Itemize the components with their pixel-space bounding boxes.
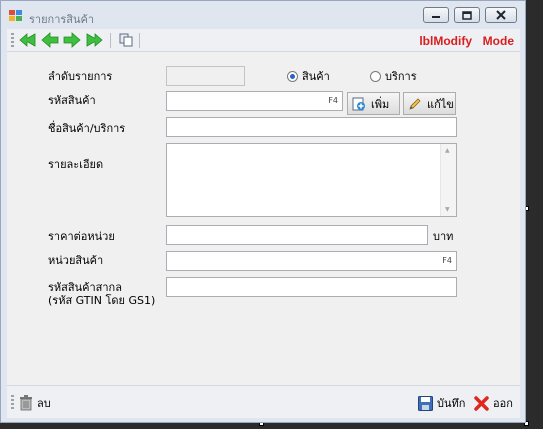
delete-label: ลบ bbox=[37, 397, 51, 410]
gtin-label: รหัสสินค้าสากล bbox=[48, 281, 122, 294]
price-label: ราคาต่อหน่วย bbox=[48, 230, 115, 243]
edit-button[interactable]: แก้ไข bbox=[403, 92, 456, 115]
title-bar[interactable]: รายการสินค้า bbox=[1, 1, 525, 29]
add-button[interactable]: เพิ่ม bbox=[347, 92, 400, 115]
minimize-button[interactable] bbox=[423, 7, 449, 23]
radio-product-label: สินค้า bbox=[302, 70, 330, 83]
first-icon[interactable] bbox=[19, 32, 37, 48]
detail-scrollbar[interactable]: ▲ ▼ bbox=[440, 144, 456, 216]
delete-button[interactable]: ลบ bbox=[19, 394, 51, 412]
exit-label: ออก bbox=[493, 397, 513, 410]
maximize-icon bbox=[462, 10, 472, 20]
scroll-up-icon[interactable]: ▲ bbox=[445, 147, 450, 154]
bottom-toolbar: ลบ บันทึก ออก bbox=[7, 385, 520, 418]
gtin-field[interactable] bbox=[166, 277, 457, 297]
toolbar-separator bbox=[139, 33, 140, 48]
next-icon[interactable] bbox=[63, 32, 81, 48]
close-icon bbox=[496, 10, 506, 20]
unit-field[interactable]: F4 bbox=[166, 251, 457, 271]
name-field[interactable] bbox=[166, 117, 457, 137]
radio-service-label: บริการ bbox=[385, 70, 417, 83]
previous-icon[interactable] bbox=[41, 32, 59, 48]
toolbar: lblModify Mode bbox=[7, 29, 520, 52]
currency-label: บาท bbox=[433, 230, 454, 243]
radio-product[interactable]: สินค้า bbox=[287, 67, 330, 85]
trash-icon bbox=[20, 395, 32, 411]
close-button[interactable] bbox=[485, 7, 517, 23]
form-panel: ลำดับรายการ สินค้า บริการ รหัสสินค้า F4 … bbox=[7, 52, 520, 385]
exit-button[interactable]: ออก bbox=[474, 394, 513, 412]
gtin-sublabel: (รหัส GTIN โดย GS1) bbox=[48, 294, 156, 307]
edit-button-label: แก้ไข bbox=[427, 97, 454, 111]
unit-label: หน่วยสินค้า bbox=[48, 254, 104, 267]
save-button[interactable]: บันทึก bbox=[418, 394, 465, 412]
detail-textarea[interactable]: ▲ ▼ bbox=[166, 143, 457, 217]
pencil-icon bbox=[409, 97, 421, 110]
radio-service-circle[interactable] bbox=[370, 70, 381, 82]
name-label: ชื่อสินค้า/บริการ bbox=[48, 122, 126, 135]
minimize-icon bbox=[432, 16, 440, 18]
save-label: บันทึก bbox=[437, 397, 466, 410]
copy-icon[interactable] bbox=[119, 33, 133, 47]
window-title: รายการสินค้า bbox=[29, 13, 95, 26]
code-f4-hint: F4 bbox=[328, 96, 338, 105]
last-icon[interactable] bbox=[85, 32, 103, 48]
window: รายการสินค้า lblModify Mode ลำดับรายการ … bbox=[0, 0, 526, 423]
add-icon bbox=[352, 97, 365, 110]
modify-label: lblModify bbox=[419, 34, 472, 48]
seq-field bbox=[166, 66, 245, 86]
toolbar-grip[interactable] bbox=[11, 33, 14, 48]
price-field[interactable] bbox=[166, 225, 428, 245]
app-icon bbox=[9, 10, 23, 22]
code-field[interactable]: F4 bbox=[166, 91, 343, 111]
radio-product-circle[interactable] bbox=[287, 70, 298, 82]
code-label: รหัสสินค้า bbox=[48, 94, 96, 107]
maximize-button[interactable] bbox=[454, 7, 480, 23]
scroll-down-icon[interactable]: ▼ bbox=[445, 206, 450, 213]
toolbar-separator bbox=[110, 33, 111, 48]
detail-label: รายละเอียด bbox=[48, 158, 104, 171]
save-icon bbox=[418, 395, 433, 411]
close-icon bbox=[474, 395, 489, 411]
toolbar-grip[interactable] bbox=[11, 395, 14, 410]
radio-service[interactable]: บริการ bbox=[370, 67, 417, 85]
mode-label: Mode bbox=[482, 34, 514, 48]
seq-label: ลำดับรายการ bbox=[48, 70, 113, 83]
add-button-label: เพิ่ม bbox=[371, 97, 390, 111]
unit-f4-hint: F4 bbox=[442, 256, 452, 265]
